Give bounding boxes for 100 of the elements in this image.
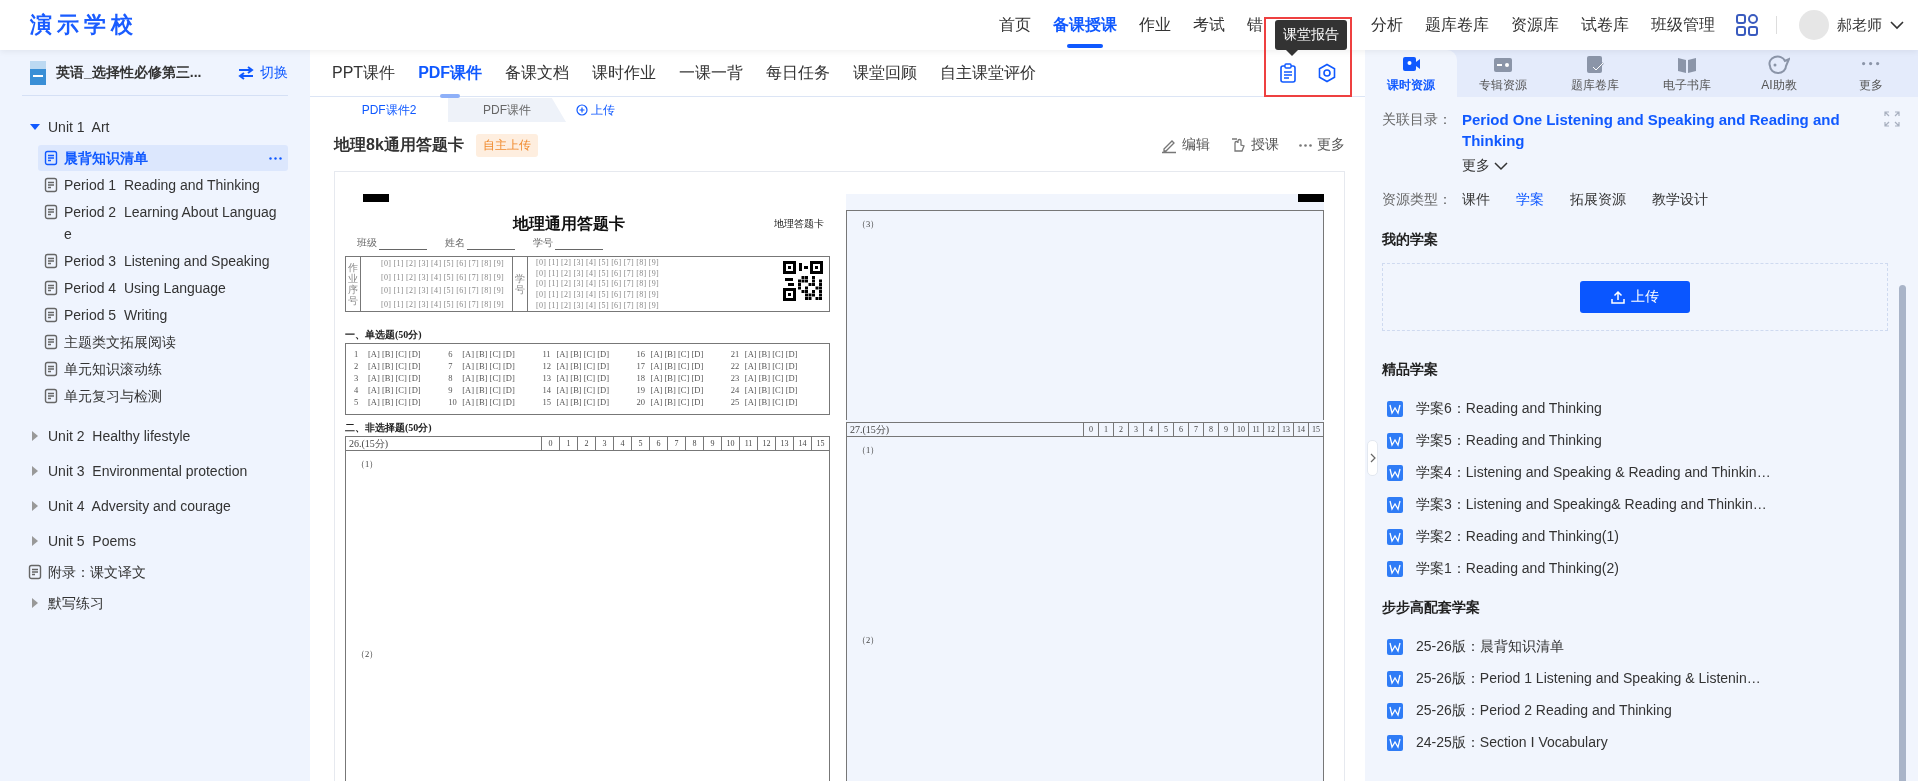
bubble-row: [0] [1] [2] [3] [4] [5] [6] [7] [8] [9] [381, 299, 504, 309]
score-cell: 10 [721, 436, 739, 451]
question-number: 23 [730, 373, 741, 383]
answer-options: [A] [B] [C] [D] [462, 373, 515, 383]
score-cell: 4 [613, 436, 631, 451]
answer-options: [A] [B] [C] [D] [650, 373, 704, 383]
question-number: 21 [730, 349, 741, 359]
part-label: （1） [355, 458, 380, 471]
score-cell: 1 [559, 436, 577, 451]
question-number: 10 [448, 397, 458, 407]
section-heading: 二、非选择题(50分) [345, 421, 433, 434]
catalog-label: 关联目录： [1382, 110, 1453, 129]
score-cell: 0 [1083, 422, 1098, 437]
question-number: 15 [542, 397, 552, 407]
bubble-row: [0] [1] [2] [3] [4] [5] [6] [7] [8] [9] [536, 279, 659, 289]
answer-options: [A] [B] [C] [D] [556, 385, 610, 395]
answer-options: [A] [B] [C] [D] [744, 361, 798, 371]
part-label: （1） [856, 444, 881, 457]
answer-options: [A] [B] [C] [D] [368, 361, 421, 371]
score-cell: 15 [811, 436, 829, 451]
question-number: 3 [354, 373, 360, 383]
answer-options: [A] [B] [C] [D] [650, 361, 704, 371]
score-cell: 0 [541, 436, 559, 451]
question-number: 5 [354, 397, 360, 407]
answer-options: [A] [B] [C] [D] [462, 361, 515, 371]
bubble-row: [0] [1] [2] [3] [4] [5] [6] [7] [8] [9] [381, 272, 504, 282]
score-cell: 11 [1248, 422, 1263, 437]
answer-options: [A] [B] [C] [D] [368, 373, 421, 383]
answer-options: [A] [B] [C] [D] [650, 397, 704, 407]
score-cell: 1 [1098, 422, 1113, 437]
part-label: （2） [856, 634, 881, 647]
type-label: 资源类型： [1382, 191, 1453, 209]
question-number: 16 [636, 349, 647, 359]
field-label: 姓名 [445, 236, 465, 250]
question-number: 12 [542, 361, 552, 371]
bubble-row: [0] [1] [2] [3] [4] [5] [6] [7] [8] [9] [536, 257, 659, 267]
question-number: 20 [636, 397, 647, 407]
answer-options: [A] [B] [C] [D] [556, 349, 610, 359]
score-cell: 3 [1128, 422, 1143, 437]
answer-options: [A] [B] [C] [D] [368, 397, 421, 407]
answer-options: [A] [B] [C] [D] [556, 361, 610, 371]
logo: 演示学校 [30, 11, 138, 39]
question-label: 26.(15分) [348, 436, 389, 451]
question-number: 1 [354, 349, 360, 359]
question-number: 7 [448, 361, 454, 371]
question-number: 2 [354, 361, 360, 371]
answer-options: [A] [B] [C] [D] [462, 385, 515, 395]
bubble-row: [0] [1] [2] [3] [4] [5] [6] [7] [8] [9] [381, 286, 504, 296]
part-label: （3） [857, 219, 881, 231]
answer-options: [A] [B] [C] [D] [744, 349, 798, 359]
bubble-row: [0] [1] [2] [3] [4] [5] [6] [7] [8] [9] [536, 268, 659, 278]
bubble-row: [0] [1] [2] [3] [4] [5] [6] [7] [8] [9] [536, 301, 659, 311]
score-cell: 15 [1308, 422, 1323, 437]
score-cell: 12 [757, 436, 775, 451]
section-title: 步步高配套学案 [1382, 599, 1481, 617]
part-label: （2） [355, 648, 380, 661]
section-title: 我的学案 [1382, 231, 1439, 249]
score-cell: 9 [1218, 422, 1233, 437]
question-number: 22 [730, 361, 741, 371]
answer-options: [A] [B] [C] [D] [368, 349, 421, 359]
grid-label: 作业序号 [346, 257, 361, 311]
document-title: 地理8k通用答题卡 [334, 134, 464, 155]
score-cell: 14 [1293, 422, 1308, 437]
answer-options: [A] [B] [C] [D] [650, 385, 704, 395]
user-name: 郝老师 [1837, 15, 1882, 35]
score-cell: 2 [1113, 422, 1128, 437]
score-cell: 5 [631, 436, 649, 451]
score-cell: 3 [595, 436, 613, 451]
question-number: 4 [354, 385, 360, 395]
answer-options: [A] [B] [C] [D] [650, 349, 704, 359]
question-label: 27.(15分) [849, 422, 890, 437]
answer-options: [A] [B] [C] [D] [462, 349, 515, 359]
score-cell: 8 [1203, 422, 1218, 437]
bubble-row: [0] [1] [2] [3] [4] [5] [6] [7] [8] [9] [536, 290, 659, 300]
question-number: 25 [730, 397, 741, 407]
score-cell: 6 [649, 436, 667, 451]
score-cell: 12 [1263, 422, 1278, 437]
score-cell: 10 [1233, 422, 1248, 437]
score-cell: 13 [1278, 422, 1293, 437]
score-cell: 7 [1188, 422, 1203, 437]
score-cell: 5 [1158, 422, 1173, 437]
score-cell: 7 [667, 436, 685, 451]
score-cell: 6 [1173, 422, 1188, 437]
question-number: 17 [636, 361, 647, 371]
source-badge: 自主上传 [475, 133, 538, 157]
question-number: 14 [542, 385, 552, 395]
question-number: 24 [730, 385, 741, 395]
question-number: 19 [636, 385, 647, 395]
section-heading: 一、单选题(50分) [345, 328, 423, 341]
answer-options: [A] [B] [C] [D] [556, 373, 610, 383]
answer-options: [A] [B] [C] [D] [744, 385, 798, 395]
answer-options: [A] [B] [C] [D] [744, 397, 798, 407]
book-title: 英语_选择性必修第三... [56, 63, 203, 82]
answer-options: [A] [B] [C] [D] [744, 373, 798, 383]
card-title: 地理通用答题卡 [513, 213, 625, 235]
tooltip: 课堂报告 [1275, 20, 1347, 50]
score-cell: 4 [1143, 422, 1158, 437]
question-number: 9 [448, 385, 454, 395]
score-cell: 11 [739, 436, 757, 451]
question-number: 6 [448, 349, 454, 359]
